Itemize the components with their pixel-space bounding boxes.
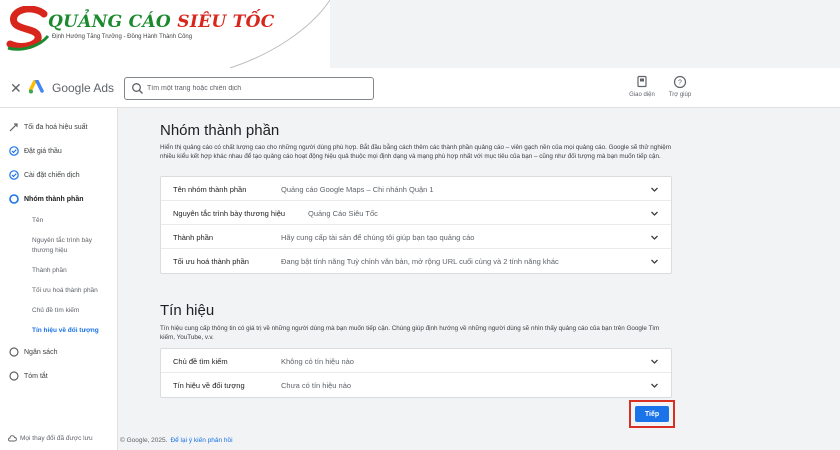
asset-group-description: Hiển thị quảng cáo có chất lượng cao cho… xyxy=(160,144,671,160)
chevron-down-icon xyxy=(651,235,658,240)
sidebar-subitem-name[interactable]: Tên xyxy=(32,216,112,226)
search-input[interactable] xyxy=(147,80,367,97)
appearance-label: Giao diện xyxy=(629,92,655,98)
chevron-down-icon xyxy=(651,383,658,388)
help-button[interactable]: ? Trợ giúp xyxy=(660,75,700,98)
sidebar-item-performance-max[interactable]: Tối đa hoá hiệu suất xyxy=(0,119,118,135)
logo-tagline: Định Hướng Tăng Trưởng - Đồng Hành Thành… xyxy=(52,34,193,40)
logo-title: QUẢNG CÁO SIÊU TỐC xyxy=(48,12,275,32)
app-name: Google Ads xyxy=(52,81,115,95)
pencil-arrow-icon xyxy=(9,123,18,132)
signals-title: Tín hiệu xyxy=(160,302,215,319)
search-icon xyxy=(132,83,143,94)
sidebar-item-campaign-settings[interactable]: Cài đặt chiến dịch xyxy=(0,167,118,183)
asset-group-row-asset-optimization[interactable]: Tối ưu hoá thành phần Đang bật tính năng… xyxy=(161,249,671,273)
sidebar-subitem-asset-optimization[interactable]: Tối ưu hoá thành phần xyxy=(32,286,112,296)
footer-copyright: © Google, 2025. Để lại ý kiến phản hồi xyxy=(120,437,233,444)
sidebar-subitem-search-themes[interactable]: Chủ đề tìm kiếm xyxy=(32,306,112,316)
sidebar-subitem-audience-signals[interactable]: Tín hiệu về đối tượng xyxy=(32,326,112,336)
asset-group-card: Tên nhóm thành phần Quảng cáo Google Map… xyxy=(160,176,672,274)
check-circle-icon xyxy=(9,170,19,180)
save-status-text: Mọi thay đổi đã được lưu xyxy=(20,434,93,442)
copyright-text: © Google, 2025. xyxy=(120,437,168,444)
search-box[interactable] xyxy=(124,77,374,100)
check-circle-icon xyxy=(9,146,19,156)
signals-row-audience-signals[interactable]: Tín hiệu về đối tượng Chưa có tín hiệu n… xyxy=(161,373,671,397)
save-status: Mọi thay đổi đã được lưu xyxy=(8,434,93,442)
chevron-down-icon xyxy=(651,259,658,264)
asset-group-row-brand-guidelines[interactable]: Nguyên tắc trình bày thương hiệu Quảng C… xyxy=(161,201,671,225)
help-label: Trợ giúp xyxy=(668,92,692,98)
sidebar-subitem-brand-guidelines[interactable]: Nguyên tắc trình bày thương hiệu xyxy=(32,236,112,256)
brand-watermark: QUẢNG CÁO SIÊU TỐC Định Hướng Tăng Trưởn… xyxy=(0,0,330,68)
next-button[interactable]: Tiếp xyxy=(635,406,669,422)
current-step-circle-icon xyxy=(9,194,19,204)
chevron-down-icon xyxy=(651,187,658,192)
sidebar-item-asset-group[interactable]: Nhóm thành phần xyxy=(0,191,118,207)
signals-card: Chủ đề tìm kiếm Không có tín hiệu nào Tí… xyxy=(160,348,672,398)
empty-circle-icon xyxy=(9,347,19,357)
signals-row-search-themes[interactable]: Chủ đề tìm kiếm Không có tín hiệu nào xyxy=(161,349,671,373)
asset-group-title: Nhóm thành phần xyxy=(160,122,280,139)
main-content: Nhóm thành phần Hiển thị quảng cáo có ch… xyxy=(118,108,840,450)
appearance-icon xyxy=(637,75,647,88)
svg-text:?: ? xyxy=(678,80,682,87)
sidebar-subitem-assets[interactable]: Thành phần xyxy=(32,266,112,276)
sidebar-item-budget[interactable]: Ngân sách xyxy=(0,344,118,360)
feedback-link[interactable]: Để lại ý kiến phản hồi xyxy=(170,437,232,444)
top-app-bar: ✕ Google Ads Giao diện ? Trợ giúp xyxy=(0,68,840,108)
sidebar-item-summary[interactable]: Tóm tắt xyxy=(0,368,118,384)
google-ads-logo-icon xyxy=(29,80,44,94)
help-icon: ? xyxy=(673,75,687,89)
close-icon[interactable]: ✕ xyxy=(10,81,22,95)
asset-group-row-name[interactable]: Tên nhóm thành phần Quảng cáo Google Map… xyxy=(161,177,671,201)
logo-s-icon xyxy=(6,6,50,51)
appearance-button[interactable]: Giao diện xyxy=(622,75,662,98)
campaign-steps-sidebar: Tối đa hoá hiệu suất Đặt giá thầu Cài đặ… xyxy=(0,108,118,450)
signals-description: Tín hiệu cung cấp thông tin có giá trị v… xyxy=(160,325,660,341)
next-button-highlight: Tiếp xyxy=(629,400,675,428)
cloud-saved-icon xyxy=(8,435,17,442)
asset-group-row-assets[interactable]: Thành phần Hãy cung cấp tài sản để chúng… xyxy=(161,225,671,249)
empty-circle-icon xyxy=(9,371,19,381)
chevron-down-icon xyxy=(651,211,658,216)
chevron-down-icon xyxy=(651,359,658,364)
sidebar-item-bidding[interactable]: Đặt giá thầu xyxy=(0,143,118,159)
